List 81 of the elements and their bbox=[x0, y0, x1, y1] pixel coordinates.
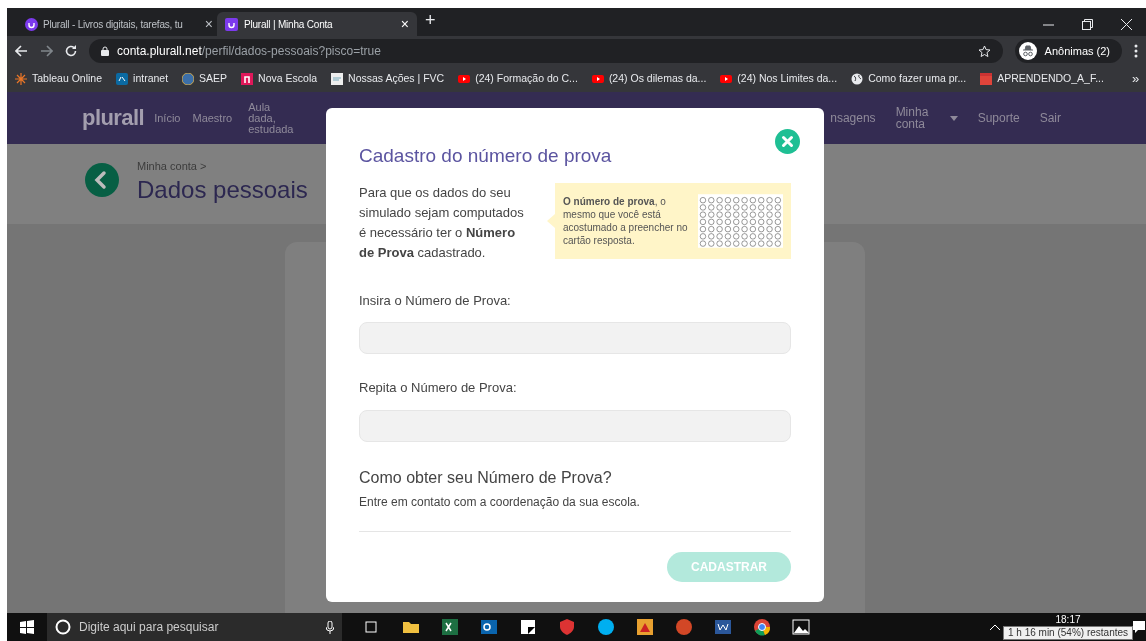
nav-link[interactable]: Maestro bbox=[192, 112, 233, 124]
cortana-circle-icon bbox=[55, 619, 71, 635]
chat-app-icon[interactable] bbox=[597, 618, 615, 636]
windows-start-icon bbox=[20, 620, 34, 634]
back-button-icon bbox=[85, 163, 119, 197]
dialog-title: Cadastro do número de prova bbox=[359, 144, 613, 168]
back-icon bbox=[15, 45, 28, 57]
bookmark[interactable]: APRENDENDO_A_F... bbox=[980, 71, 1104, 87]
image-app-icon[interactable] bbox=[636, 618, 654, 636]
favicon-icon bbox=[225, 17, 238, 31]
photo-app-icon[interactable] bbox=[792, 618, 810, 636]
close-tab-button[interactable]: × bbox=[400, 13, 409, 35]
url-text: conta.plurall.net/perfil/dados-pessoais?pisco=true bbox=[117, 43, 381, 60]
dropdown-caret-icon bbox=[949, 115, 958, 121]
address-bar[interactable]: conta.plurall.net/perfil/dados-pessoais?pisco=true bbox=[89, 39, 1003, 63]
sharepoint-icon bbox=[116, 73, 129, 85]
star-icon bbox=[977, 44, 991, 58]
favicon-icon bbox=[25, 17, 38, 31]
notification-icon bbox=[1132, 620, 1146, 634]
browser-tab[interactable]: Plurall - Livros digitais, tarefas, tu × bbox=[17, 12, 217, 36]
intro-text: Para que os dados do seu simulado sejam computados é necessário ter o Número de Prova cadastrado. bbox=[359, 183, 525, 262]
nav-link[interactable]: Minha conta bbox=[895, 106, 930, 130]
incognito-icon bbox=[1018, 42, 1037, 60]
tab-title: Plurall | Minha Conta bbox=[244, 17, 334, 32]
microphone-icon bbox=[326, 620, 334, 634]
document-app-icon[interactable] bbox=[714, 618, 732, 636]
bookmark[interactable]: (24) Os dilemas da... bbox=[591, 71, 707, 87]
youtube-icon bbox=[591, 73, 604, 85]
field-label: Insira o Número de Prova: bbox=[359, 291, 512, 310]
site-logo[interactable]: plurall bbox=[82, 107, 145, 129]
restore-icon bbox=[1082, 19, 1093, 30]
new-tab-button[interactable]: + bbox=[425, 7, 436, 34]
tray-caret-icon bbox=[990, 624, 1000, 630]
battery-tooltip: 1 h 16 min (54%) restantes bbox=[1002, 626, 1134, 640]
tab-title: Plurall - Livros digitais, tarefas, tu bbox=[43, 17, 184, 32]
browser-tab[interactable]: Plurall | Minha Conta × bbox=[217, 12, 417, 36]
bookmark[interactable]: intranet bbox=[116, 71, 169, 87]
nav-link[interactable]: Aula dada, estudada bbox=[248, 101, 299, 135]
spreadsheet-app-icon[interactable] bbox=[441, 618, 459, 636]
clapperboard-icon bbox=[980, 73, 993, 85]
text-input[interactable] bbox=[359, 409, 791, 442]
youtube-icon bbox=[720, 73, 733, 85]
bookmark[interactable]: Tableau Online bbox=[15, 71, 103, 87]
page-thumbnail-icon bbox=[331, 73, 344, 85]
bookmark[interactable]: Nossas Ações | FVC bbox=[331, 71, 445, 87]
browser-app-icon[interactable] bbox=[753, 618, 771, 636]
globe-icon bbox=[182, 73, 195, 85]
lock-icon bbox=[101, 46, 109, 56]
n-logo-icon bbox=[241, 73, 254, 85]
bookmark[interactable]: Como fazer uma pr... bbox=[851, 71, 967, 87]
reload-icon bbox=[65, 45, 77, 57]
bookmark[interactable]: (24) Nos Limites da... bbox=[720, 71, 838, 87]
hint-text: O número de prova, o mesmo que você está acostumado a preencher no cartão resposta. bbox=[563, 194, 689, 247]
close-tab-button[interactable]: × bbox=[204, 13, 213, 35]
more-bookmarks-button[interactable]: » bbox=[1131, 69, 1146, 89]
globe-icon bbox=[851, 73, 864, 85]
text-input[interactable] bbox=[359, 322, 791, 354]
forward-icon bbox=[40, 45, 53, 57]
nav-link[interactable]: Início bbox=[154, 112, 181, 124]
nav-link[interactable]: nsagens bbox=[830, 109, 876, 127]
taskbar-search-field[interactable]: Digite aqui para pesquisar bbox=[47, 613, 342, 641]
help-text: Entre em contato com a coordenação da sua escola. bbox=[359, 492, 791, 532]
youtube-icon bbox=[458, 73, 471, 85]
page-title: Dados pessoais bbox=[137, 174, 308, 205]
nav-link[interactable]: Sair bbox=[1039, 109, 1061, 127]
shield-app-icon[interactable] bbox=[558, 618, 576, 636]
bookmark[interactable]: SAEP bbox=[182, 71, 228, 87]
notes-app-icon[interactable] bbox=[519, 618, 537, 636]
mail-app-icon[interactable] bbox=[480, 618, 498, 636]
search-placeholder: Digite aqui para pesquisar bbox=[79, 619, 220, 636]
field-label: Repita o Número de Prova: bbox=[359, 379, 518, 397]
clock-text: 18:17 bbox=[1055, 614, 1081, 626]
profile-button[interactable]: Anônimas (2) bbox=[1014, 39, 1122, 63]
bookmark[interactable]: Nova Escola bbox=[241, 71, 318, 87]
nav-link[interactable]: Suporte bbox=[977, 109, 1020, 127]
bookmark[interactable]: (24) Formação do C... bbox=[458, 71, 578, 87]
presentation-app-icon[interactable] bbox=[675, 618, 693, 636]
close-icon bbox=[1121, 19, 1132, 30]
help-heading: Como obter seu Número de Prova? bbox=[359, 467, 613, 488]
tableau-icon bbox=[15, 73, 27, 85]
more-menu-icon bbox=[1134, 44, 1138, 58]
